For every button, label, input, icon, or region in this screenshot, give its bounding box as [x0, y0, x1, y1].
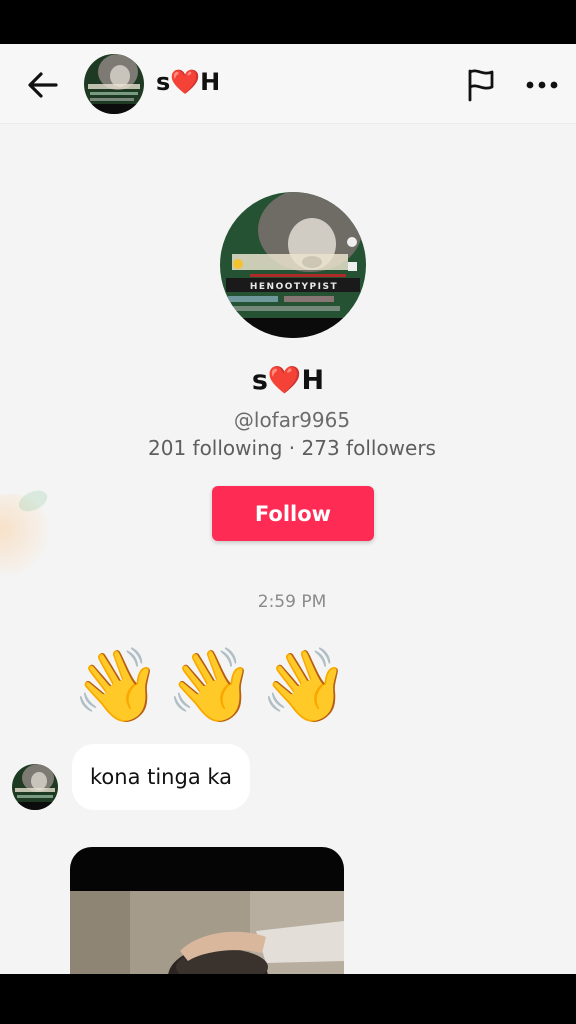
- profile-avatar[interactable]: HENOOTYPIST: [220, 192, 366, 338]
- profile-stats: 201 following · 273 followers: [148, 436, 436, 460]
- ellipsis-icon: [526, 81, 558, 89]
- shared-video-card[interactable]: [70, 847, 344, 974]
- chat-screen: s❤️H HENOOTYPIST s❤️H @lofar9965 201 fol…: [0, 44, 576, 974]
- waving-hand-icon: 👋: [260, 643, 350, 727]
- follow-button[interactable]: Follow: [212, 486, 374, 541]
- video-thumbnail: [70, 891, 344, 974]
- back-button[interactable]: [24, 66, 62, 104]
- chat-header: s❤️H: [0, 44, 576, 124]
- more-button[interactable]: [522, 66, 562, 104]
- wave-emoji-message[interactable]: 👋 👋 👋: [72, 642, 350, 728]
- message-timestamp: 2:59 PM: [257, 592, 327, 612]
- message-bubble[interactable]: kona tinga ka: [72, 744, 251, 810]
- profile-name: s❤️H: [251, 365, 325, 396]
- report-button[interactable]: [462, 66, 500, 104]
- arrow-left-icon: [28, 72, 58, 98]
- flag-icon: [468, 69, 494, 102]
- header-avatar[interactable]: [84, 54, 144, 114]
- header-username[interactable]: s❤️H: [156, 68, 220, 96]
- profile-handle: @lofar9965: [233, 408, 351, 432]
- waving-hand-icon: 👋: [72, 643, 162, 727]
- avatar-overlay-text: HENOOTYPIST: [250, 282, 338, 292]
- sender-avatar[interactable]: [12, 764, 58, 810]
- waving-hand-icon: 👋: [166, 643, 256, 727]
